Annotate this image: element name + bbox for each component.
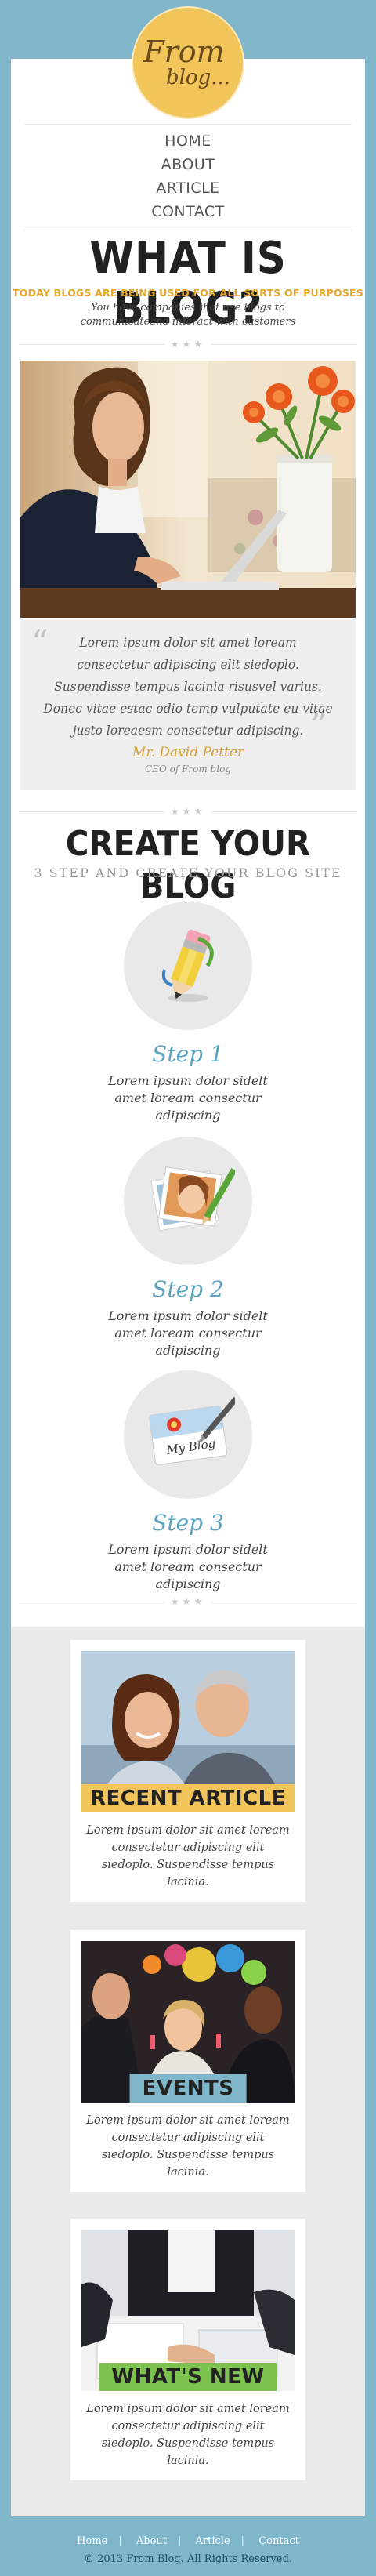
footer-links: Home | About | Article | Contact xyxy=(77,2535,299,2547)
star-divider: ★★★ xyxy=(19,339,357,350)
create-subtitle: 3 STEP AND CREATE YOUR BLOG SITE xyxy=(34,865,342,880)
nav-top-divider xyxy=(24,124,352,125)
footer-link-home[interactable]: Home xyxy=(77,2535,107,2547)
quote-role: CEO of From blog xyxy=(145,764,231,775)
divider-stars: ★★★ xyxy=(164,806,212,817)
hero-subtitle: TODAY BLOGS ARE BEING USED FOR ALL SORTS… xyxy=(13,287,363,299)
footer-link-contact[interactable]: Contact xyxy=(258,2535,299,2547)
card-image: WHAT'S NEW xyxy=(81,2230,295,2391)
step-1-desc: Lorem ipsum dolor sidelt amet loream con… xyxy=(108,1073,268,1123)
card-label: WHAT'S NEW xyxy=(99,2363,277,2391)
divider-stars: ★★★ xyxy=(164,1596,212,1607)
step-2-title: Step 2 xyxy=(152,1276,224,1302)
step-3: My Blog Step 3 Lorem ipsum dolor sidelt … xyxy=(11,1370,365,1593)
step-2: Step 2 Lorem ipsum dolor sidelt amet lor… xyxy=(11,1137,365,1359)
card-label: EVENTS xyxy=(129,2074,247,2103)
card-text: Lorem ipsum dolor sit amet loream consec… xyxy=(86,2114,290,2179)
quote-text: Lorem ipsum dolor sit amet loream consec… xyxy=(43,636,333,738)
star-divider: ★★★ xyxy=(19,1596,357,1607)
main-nav: HOME ABOUT ARTICLE CONTACT xyxy=(11,124,365,230)
logo-line1: From xyxy=(143,34,225,69)
logo[interactable]: From blog... xyxy=(132,6,244,119)
hero-photo xyxy=(20,361,356,618)
testimonial-quote: “ Lorem ipsum dolor sit amet loream cons… xyxy=(20,619,356,790)
nav-item-about[interactable]: ABOUT xyxy=(11,153,365,176)
card-text: Lorem ipsum dolor sit amet loream consec… xyxy=(86,1824,290,1888)
step-1-title: Step 1 xyxy=(152,1041,224,1067)
step-3-title: Step 3 xyxy=(152,1510,224,1536)
logo-line2: blog... xyxy=(165,66,231,89)
nav-item-contact[interactable]: CONTACT xyxy=(11,200,365,223)
footer-link-article[interactable]: Article xyxy=(196,2535,230,2547)
pencil-icon xyxy=(124,902,252,1030)
footer-link-about[interactable]: About xyxy=(136,2535,167,2547)
nav-item-article[interactable]: ARTICLE xyxy=(11,176,365,200)
card-events[interactable]: EVENTS Lorem ipsum dolor sit amet loream… xyxy=(70,1930,306,2192)
photos-icon xyxy=(124,1137,252,1265)
footer-copyright: © 2013 From Blog. All Rights Reserved. xyxy=(83,2553,293,2565)
card-label: RECENT ARTICLE xyxy=(81,1784,295,1812)
step-2-desc: Lorem ipsum dolor sidelt amet loream con… xyxy=(108,1308,268,1358)
footer: Home | About | Article | Contact © 2013 Fro… xyxy=(11,2516,365,2565)
card-recent-article[interactable]: RECENT ARTICLE Lorem ipsum dolor sit ame… xyxy=(70,1640,306,1902)
card-image: RECENT ARTICLE xyxy=(81,1651,295,1812)
card-image: EVENTS xyxy=(81,1941,295,2103)
nav-item-home[interactable]: HOME xyxy=(11,129,365,153)
my-blog-card-icon: My Blog xyxy=(124,1370,252,1499)
star-divider: ★★★ xyxy=(19,806,357,817)
hero-description: You have companies that use blogs to com… xyxy=(80,302,296,328)
divider-stars: ★★★ xyxy=(164,339,212,350)
card-whats-new[interactable]: WHAT'S NEW Lorem ipsum dolor sit amet lo… xyxy=(70,2219,306,2480)
quote-author: Mr. David Petter xyxy=(132,745,244,760)
step-3-desc: Lorem ipsum dolor sidelt amet loream con… xyxy=(108,1542,268,1591)
card-text: Lorem ipsum dolor sit amet loream consec… xyxy=(86,2403,290,2467)
close-quote-icon: ” xyxy=(310,706,327,745)
step-1: Step 1 Lorem ipsum dolor sidelt amet lor… xyxy=(11,902,365,1124)
